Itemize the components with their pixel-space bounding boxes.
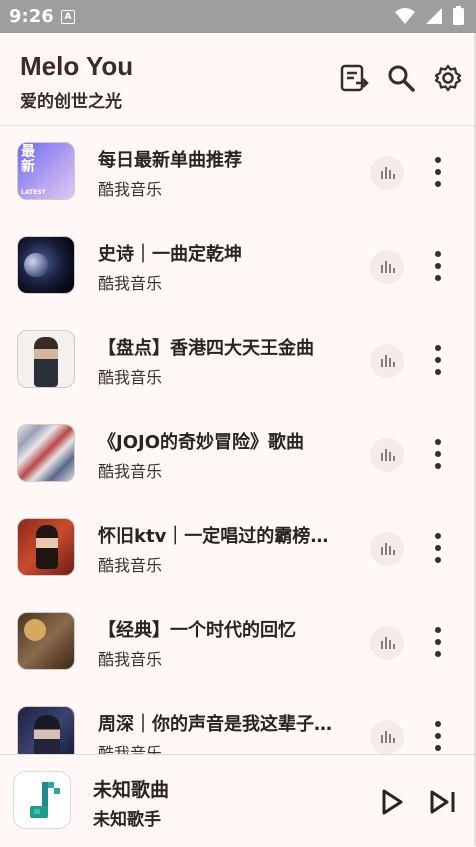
settings-icon[interactable] xyxy=(433,63,463,93)
gramophone-shape xyxy=(24,619,46,641)
playlist-title: 史诗｜一曲定乾坤 xyxy=(98,244,242,265)
more-options-icon[interactable] xyxy=(428,718,448,754)
playlist-cover xyxy=(17,236,75,294)
more-options-icon[interactable] xyxy=(428,248,448,284)
status-bar: 9:26 A xyxy=(0,0,476,33)
play-icon[interactable] xyxy=(374,785,408,819)
planet-shape xyxy=(24,253,48,277)
equalizer-icon[interactable] xyxy=(370,720,404,754)
mini-player[interactable]: 未知歌曲 未知歌手 xyxy=(0,754,474,847)
playlist-title: 【盘点】香港四大天王金曲 xyxy=(98,338,314,359)
playlist-icon[interactable] xyxy=(339,63,369,93)
player-artist: 未知歌手 xyxy=(93,810,161,830)
signal-icon xyxy=(426,7,442,24)
playlist-source: 酷我音乐 xyxy=(98,274,163,293)
playlist-source: 酷我音乐 xyxy=(98,556,163,575)
equalizer-icon[interactable] xyxy=(370,438,404,472)
status-time: 9:26 xyxy=(9,6,54,27)
playlist-cover xyxy=(17,706,75,754)
playlist-cover xyxy=(17,330,75,388)
list-item[interactable]: 最新 LATEST 每日最新单曲推荐 酷我音乐 xyxy=(0,126,474,220)
person-figure xyxy=(36,525,58,569)
playlist-cover: 最新 LATEST xyxy=(17,142,75,200)
player-song-title: 未知歌曲 xyxy=(93,779,170,801)
search-icon[interactable] xyxy=(386,63,416,93)
player-cover[interactable] xyxy=(13,771,71,829)
person-figure xyxy=(34,337,58,387)
more-options-icon[interactable] xyxy=(428,342,448,378)
playlist-list[interactable]: 最新 LATEST 每日最新单曲推荐 酷我音乐 史诗｜一曲定乾坤 酷我音乐 【盘… xyxy=(0,126,474,754)
playlist-title: 《JOJO的奇妙冒险》歌曲 xyxy=(98,432,304,453)
playlist-title: 【经典】一个时代的回忆 xyxy=(98,620,296,641)
equalizer-icon[interactable] xyxy=(370,250,404,284)
list-item[interactable]: 《JOJO的奇妙冒险》歌曲 酷我音乐 xyxy=(0,408,474,502)
more-options-icon[interactable] xyxy=(428,530,448,566)
equalizer-icon[interactable] xyxy=(370,344,404,378)
playlist-source: 酷我音乐 xyxy=(98,180,163,199)
playlist-title: 怀旧ktv｜一定唱过的霸榜金曲 xyxy=(98,526,336,547)
more-options-icon[interactable] xyxy=(428,154,448,190)
playlist-source: 酷我音乐 xyxy=(98,744,163,754)
list-item[interactable]: 【盘点】香港四大天王金曲 酷我音乐 xyxy=(0,314,474,408)
app-title: Melo You xyxy=(20,51,134,81)
battery-icon xyxy=(453,6,464,25)
list-item[interactable]: 【经典】一个时代的回忆 酷我音乐 xyxy=(0,596,474,690)
wifi-icon xyxy=(395,7,415,24)
playlist-cover xyxy=(17,518,75,576)
more-options-icon[interactable] xyxy=(428,624,448,660)
playlist-cover xyxy=(17,424,75,482)
equalizer-icon[interactable] xyxy=(370,626,404,660)
person-figure xyxy=(34,715,60,754)
playlist-title: 周深｜你的声音是我这辈子最好的礼物 xyxy=(98,714,336,735)
cover-text: 最新 xyxy=(21,144,35,175)
playlist-source: 酷我音乐 xyxy=(98,650,163,669)
list-item[interactable]: 史诗｜一曲定乾坤 酷我音乐 xyxy=(0,220,474,314)
app-screen: Melo You 爱的创世之光 最新 LATEST 每日最新单曲推荐 酷我音乐 xyxy=(0,33,476,847)
app-header: Melo You 爱的创世之光 xyxy=(0,33,474,126)
playlist-source: 酷我音乐 xyxy=(98,462,163,481)
music-note-icon xyxy=(30,782,60,818)
playlist-title: 每日最新单曲推荐 xyxy=(98,150,242,171)
equalizer-icon[interactable] xyxy=(370,156,404,190)
playlist-cover xyxy=(17,612,75,670)
status-icons xyxy=(395,6,464,25)
list-item[interactable]: 怀旧ktv｜一定唱过的霸榜金曲 酷我音乐 xyxy=(0,502,474,596)
list-item[interactable]: 周深｜你的声音是我这辈子最好的礼物 酷我音乐 xyxy=(0,690,474,754)
more-options-icon[interactable] xyxy=(428,436,448,472)
app-subtitle: 爱的创世之光 xyxy=(20,92,122,112)
skip-next-icon[interactable] xyxy=(426,785,460,819)
cover-caption: LATEST xyxy=(21,189,46,196)
notification-badge: A xyxy=(61,10,75,24)
equalizer-icon[interactable] xyxy=(370,532,404,566)
playlist-source: 酷我音乐 xyxy=(98,368,163,387)
